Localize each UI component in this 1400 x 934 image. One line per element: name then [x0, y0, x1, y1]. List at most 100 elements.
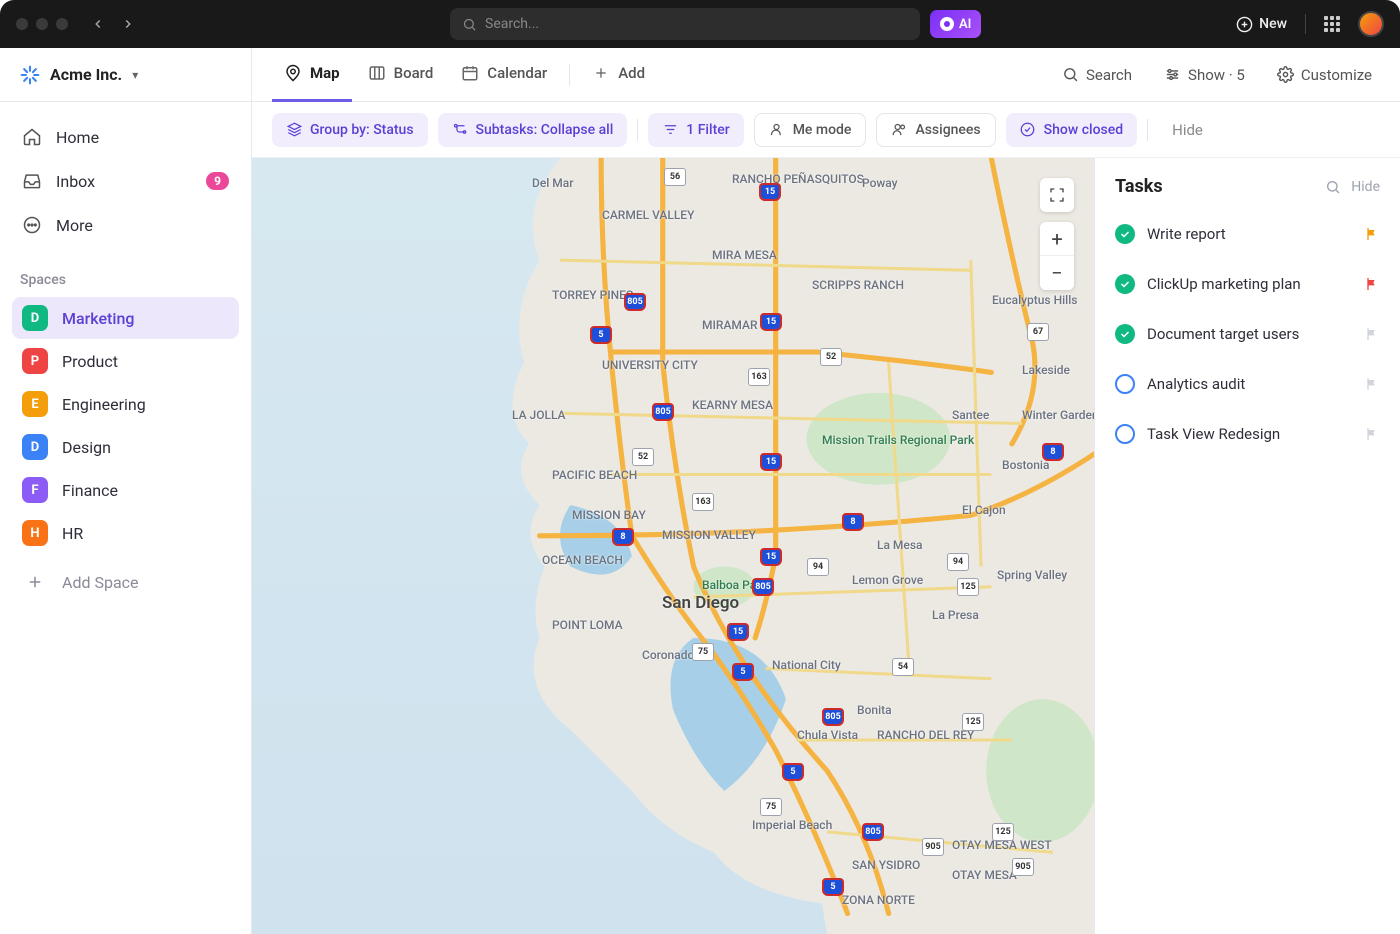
map-place-label: UNIVERSITY CITY [602, 358, 698, 372]
view-tab-map[interactable]: Map [272, 48, 352, 102]
space-name: Finance [62, 481, 118, 500]
map-place-label: Lakeside [1022, 363, 1070, 377]
view-tab-board[interactable]: Board [356, 48, 446, 102]
plus-icon [592, 64, 610, 82]
me-mode-chip[interactable]: Me mode [754, 113, 867, 147]
map-route-shield: 67 [1027, 323, 1049, 341]
customize-button[interactable]: Customize [1269, 60, 1380, 90]
flag-icon[interactable] [1364, 426, 1380, 442]
ai-icon [940, 17, 954, 31]
flag-icon[interactable] [1364, 326, 1380, 342]
map-route-shield: 15 [727, 623, 749, 641]
map-place-label: ZONA NORTE [842, 893, 915, 907]
task-row[interactable]: Write report [1115, 209, 1380, 259]
view-tab-calendar[interactable]: Calendar [449, 48, 559, 102]
map-route-shield: 805 [652, 403, 674, 421]
tasks-search-button[interactable] [1325, 179, 1341, 195]
sidebar-space-finance[interactable]: FFinance [12, 469, 239, 511]
add-view-button[interactable]: Add [580, 48, 657, 102]
global-search-input[interactable]: Search... [450, 8, 920, 40]
board-icon [368, 64, 386, 82]
flag-icon[interactable] [1364, 376, 1380, 392]
map-zoom-out-button[interactable]: − [1040, 256, 1074, 290]
task-status-done-icon[interactable] [1115, 324, 1135, 344]
task-name: Task View Redesign [1147, 425, 1352, 443]
map-route-shield: 15 [760, 313, 782, 331]
map-place-label: El Cajon [962, 503, 1006, 517]
users-icon [891, 122, 907, 138]
map-place-label: MIRAMAR [702, 318, 758, 332]
traffic-close[interactable] [16, 18, 28, 30]
map-route-shield: 5 [732, 663, 754, 681]
add-space-button[interactable]: Add Space [12, 561, 239, 603]
flag-icon[interactable] [1364, 276, 1380, 292]
filter-chip[interactable]: 1 Filter [648, 113, 743, 147]
apps-grid-icon[interactable] [1324, 16, 1340, 32]
sidebar-space-design[interactable]: D Design [12, 426, 239, 468]
task-status-open-icon[interactable] [1115, 424, 1135, 444]
sidebar-item-home[interactable]: Home [12, 116, 239, 158]
workspace-switcher[interactable]: Acme Inc. ▾ [0, 48, 251, 102]
space-name: Design [62, 438, 111, 457]
map-view[interactable]: Del MarRANCHO PEÑASQUITOSPowayCARMEL VAL… [252, 158, 1094, 934]
sidebar-item-inbox[interactable]: Inbox 9 [12, 160, 239, 202]
sidebar-space-engineering[interactable]: EEngineering [12, 383, 239, 425]
show-closed-chip[interactable]: Show closed [1006, 113, 1137, 147]
task-row[interactable]: Document target users [1115, 309, 1380, 359]
traffic-minimize[interactable] [36, 18, 48, 30]
map-place-label: La Presa [932, 608, 979, 622]
traffic-maximize[interactable] [56, 18, 68, 30]
map-zoom-in-button[interactable]: + [1040, 222, 1074, 256]
sidebar-space-product[interactable]: PProduct [12, 340, 239, 382]
sidebar-space-marketing[interactable]: DMarketing [12, 297, 239, 339]
task-status-done-icon[interactable] [1115, 274, 1135, 294]
user-icon [769, 122, 785, 138]
flag-icon[interactable] [1364, 226, 1380, 242]
spaces-header: Spaces [0, 256, 251, 296]
show-button[interactable]: Show · 5 [1156, 60, 1253, 90]
search-button[interactable]: Search [1054, 60, 1140, 90]
map-place-label: Chula Vista [797, 728, 858, 742]
map-route-shield: 8 [1042, 443, 1064, 461]
ai-button[interactable]: AI [930, 10, 981, 38]
nav-forward-button[interactable] [116, 12, 140, 36]
space-badge-icon: P [22, 348, 48, 374]
group-by-chip[interactable]: Group by: Status [272, 113, 428, 147]
map-place-label: Santee [952, 408, 989, 422]
tasks-hide-button[interactable]: Hide [1351, 179, 1380, 195]
user-avatar[interactable] [1358, 11, 1384, 37]
task-status-open-icon[interactable] [1115, 374, 1135, 394]
map-place-label: CARMEL VALLEY [602, 208, 694, 222]
filter-icon [662, 122, 678, 138]
map-place-label: Bonita [857, 703, 892, 717]
map-place-label: SAN YSIDRO [852, 858, 920, 872]
task-status-done-icon[interactable] [1115, 224, 1135, 244]
more-icon [22, 215, 42, 235]
assignees-chip[interactable]: Assignees [876, 113, 995, 147]
task-row[interactable]: ClickUp marketing plan [1115, 259, 1380, 309]
map-route-shield: 75 [692, 643, 714, 661]
map-route-shield: 805 [752, 578, 774, 596]
map-fullscreen-button[interactable] [1040, 178, 1074, 212]
nav-back-button[interactable] [86, 12, 110, 36]
map-route-shield: 52 [632, 448, 654, 466]
map-route-shield: 125 [992, 823, 1014, 841]
calendar-icon [461, 64, 479, 82]
map-zoom-control: + − [1040, 222, 1074, 290]
task-row[interactable]: Analytics audit [1115, 359, 1380, 409]
task-name: Analytics audit [1147, 375, 1352, 393]
sidebar-item-more[interactable]: More [12, 204, 239, 246]
hide-filters-button[interactable]: Hide [1172, 121, 1203, 139]
chevron-down-icon: ▾ [132, 68, 138, 82]
inbox-icon [22, 171, 42, 191]
tasks-panel: Tasks Hide Write reportClickUp marketing… [1094, 158, 1400, 934]
sidebar-space-hr[interactable]: HHR [12, 512, 239, 554]
subtasks-chip[interactable]: Subtasks: Collapse all [438, 113, 628, 147]
task-row[interactable]: Task View Redesign [1115, 409, 1380, 459]
space-name: Marketing [62, 309, 134, 328]
space-badge-icon: D [22, 434, 48, 460]
map-route-shield: 15 [760, 548, 782, 566]
map-place-label: POINT LOMA [552, 618, 623, 632]
new-button[interactable]: New [1236, 16, 1287, 33]
filter-bar: Group by: Status Subtasks: Collapse all … [252, 102, 1400, 158]
